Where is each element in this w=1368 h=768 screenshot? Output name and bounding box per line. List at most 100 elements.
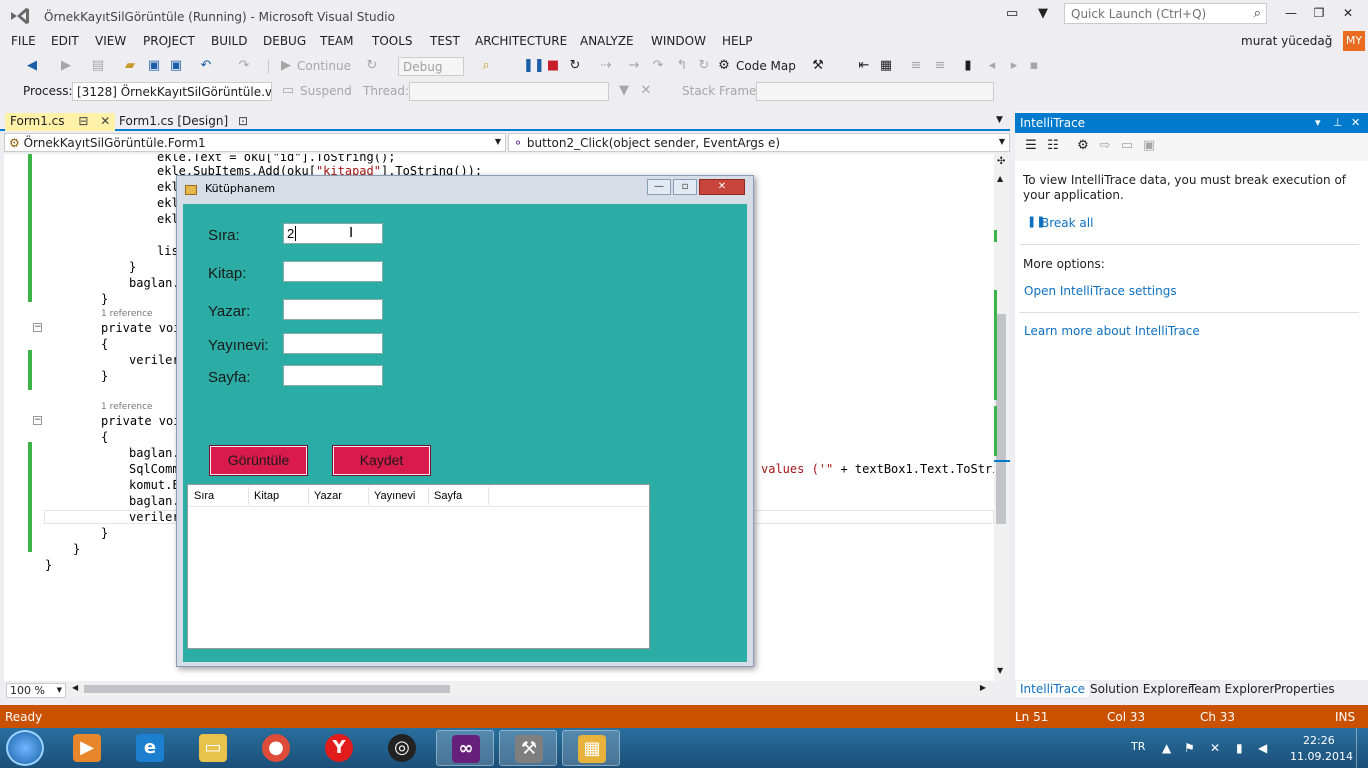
clock-date[interactable]: 11.09.2014 <box>1290 750 1353 763</box>
show-hidden-icons-icon[interactable]: ▲ <box>1162 741 1171 755</box>
sayfa-input[interactable] <box>283 365 383 386</box>
close-tab-icon[interactable]: ✕ <box>100 114 110 128</box>
menu-help[interactable]: HELP <box>722 34 753 48</box>
forward-icon[interactable]: ▶ <box>58 58 74 74</box>
scroll-left-icon[interactable]: ◀ <box>72 683 78 692</box>
app-maximize-button[interactable]: ▫ <box>673 179 697 195</box>
save-as-icon[interactable]: ▣ <box>1141 138 1157 154</box>
language-indicator[interactable]: TR <box>1131 740 1145 753</box>
file-explorer-app[interactable]: ▭ <box>184 730 242 766</box>
menu-architecture[interactable]: ARCHITECTURE <box>475 34 567 48</box>
process-select[interactable]: [3128] ÖrnekKayıtSilGörüntüle.vshost.exe <box>72 82 272 101</box>
app-minimize-button[interactable]: — <box>647 179 671 195</box>
tab-properties[interactable]: Properties <box>1270 681 1339 697</box>
tab-team-explorer[interactable]: Team Explorer <box>1185 681 1279 697</box>
menu-project[interactable]: PROJECT <box>143 34 195 48</box>
obs-app[interactable]: ◎ <box>373 730 431 766</box>
editor-vertical-scrollbar[interactable]: ✣ ▲ ▼ <box>994 154 1010 681</box>
user-name[interactable]: murat yücedağ <box>1241 34 1332 48</box>
stop-icon[interactable]: ■ <box>545 58 561 74</box>
save-icon[interactable]: ▭ <box>1119 138 1135 154</box>
column-divider[interactable] <box>368 487 369 505</box>
visual-studio-app[interactable]: ∞ <box>436 730 494 766</box>
prev-bookmark-icon[interactable]: ◂ <box>984 58 1000 74</box>
scroll-thumb[interactable] <box>996 314 1006 524</box>
kitap-input[interactable] <box>283 261 383 282</box>
volume-icon[interactable]: ◀ <box>1258 741 1267 755</box>
scroll-right-icon[interactable]: ▶ <box>980 683 986 692</box>
step-over-icon[interactable]: ↷ <box>650 58 666 74</box>
internet-explorer-app[interactable]: e <box>121 730 179 766</box>
suspend-button[interactable]: Suspend <box>300 84 352 98</box>
class-dropdown[interactable]: ⚙ ÖrnekKayıtSilGörüntüle.Form1 ▼ <box>4 133 506 152</box>
list-view-icon[interactable]: ☰ <box>1023 138 1039 154</box>
menu-edit[interactable]: EDIT <box>51 34 79 48</box>
menu-window[interactable]: WINDOW <box>651 34 706 48</box>
menu-test[interactable]: TEST <box>430 34 460 48</box>
zoom-select[interactable]: 100 % ▼ <box>6 683 66 698</box>
align-right-icon[interactable]: ≡ <box>932 58 948 74</box>
bookmark-icon[interactable]: ▮ <box>960 58 976 74</box>
column-divider[interactable] <box>488 487 489 505</box>
signal-icon[interactable]: ▮ <box>1236 741 1243 755</box>
show-desktop-button[interactable] <box>1356 728 1368 768</box>
restart-icon[interactable]: ↻ <box>364 58 380 74</box>
save-icon[interactable]: ▣ <box>146 58 162 74</box>
tab-form1-design[interactable]: Form1.cs [Design] ⊡ <box>114 113 253 131</box>
new-project-icon[interactable]: ▤ <box>90 58 106 74</box>
scroll-up-icon[interactable]: ▲ <box>997 174 1003 183</box>
details-view-icon[interactable]: ☷ <box>1045 138 1061 154</box>
scroll-down-icon[interactable]: ▼ <box>997 666 1003 675</box>
open-settings-link[interactable]: Open IntelliTrace settings <box>1024 284 1177 298</box>
goruntule-button[interactable]: Görüntüle <box>209 445 308 476</box>
collapse-icon[interactable]: − <box>33 416 42 425</box>
toggle-tasks-icon[interactable]: ▦ <box>878 58 894 74</box>
column-header-sayfa[interactable]: Sayfa <box>434 490 462 502</box>
app-window[interactable]: Kütüphanem — ▫ ✕ Sıra: Kitap: Yazar: Yay… <box>176 175 754 667</box>
flag-thread-icon[interactable]: ▼ <box>616 83 632 99</box>
network-status-icon[interactable]: ✕ <box>1210 741 1220 755</box>
reference-count[interactable]: 1 reference <box>101 309 153 319</box>
column-divider[interactable] <box>428 487 429 505</box>
learn-more-link[interactable]: Learn more about IntelliTrace <box>1024 324 1200 338</box>
panel-menu-icon[interactable]: ▾ <box>1315 116 1321 129</box>
menu-team[interactable]: TEAM <box>320 34 353 48</box>
menu-analyze[interactable]: ANALYZE <box>580 34 634 48</box>
yazar-input[interactable] <box>283 299 383 320</box>
scroll-thumb[interactable] <box>84 685 450 693</box>
running-form-app[interactable]: ▦ <box>562 730 620 766</box>
save-all-icon[interactable]: ▣ <box>168 58 184 74</box>
security-icon[interactable]: ⚑ <box>1184 741 1195 755</box>
continue-icon[interactable]: ▶ <box>278 58 294 74</box>
column-header-kitap[interactable]: Kitap <box>254 490 279 502</box>
maximize-button[interactable]: ❐ <box>1308 6 1330 22</box>
collapse-icon[interactable]: − <box>33 323 42 332</box>
open-file-icon[interactable]: ⇨ <box>1097 138 1113 154</box>
minimize-button[interactable]: — <box>1280 6 1302 22</box>
code-map-icon[interactable]: ⚙ <box>716 58 732 74</box>
yayinevi-input[interactable] <box>283 333 383 354</box>
menu-file[interactable]: FILE <box>11 34 36 48</box>
books-list-view[interactable]: Sıra Kitap Yazar Yayınevi Sayfa <box>187 484 650 649</box>
editor-horizontal-scrollbar[interactable]: ◀ ▶ <box>70 682 990 696</box>
sira-input[interactable]: 2 Ι <box>283 223 383 244</box>
column-header-yazar[interactable]: Yazar <box>314 490 342 502</box>
back-icon[interactable]: ◀ <box>24 58 40 74</box>
redo-icon[interactable]: ↷ <box>236 58 252 74</box>
column-divider[interactable] <box>308 487 309 505</box>
continue-button[interactable]: Continue <box>297 59 351 73</box>
reference-count[interactable]: 1 reference <box>101 402 153 412</box>
undo-icon[interactable]: ↶ <box>198 58 214 74</box>
break-all-link[interactable]: Break all <box>1041 216 1093 230</box>
menu-tools[interactable]: TOOLS <box>372 34 413 48</box>
show-next-statement-icon[interactable]: ⇢ <box>598 58 614 74</box>
filter-icon[interactable]: ▼ <box>1038 6 1048 21</box>
show-flagged-threads-icon[interactable]: ✕ <box>638 83 654 99</box>
tab-intellitrace[interactable]: IntelliTrace <box>1016 681 1090 697</box>
code-map-button[interactable]: Code Map <box>736 59 796 73</box>
media-center-app[interactable]: ▶ <box>58 730 116 766</box>
toggle-threads-icon[interactable]: ⇤ <box>856 58 872 74</box>
step-into-icon[interactable]: → <box>626 58 642 74</box>
next-bookmark-icon[interactable]: ▸ <box>1006 58 1022 74</box>
clear-bookmarks-icon[interactable]: ▪ <box>1026 58 1042 74</box>
